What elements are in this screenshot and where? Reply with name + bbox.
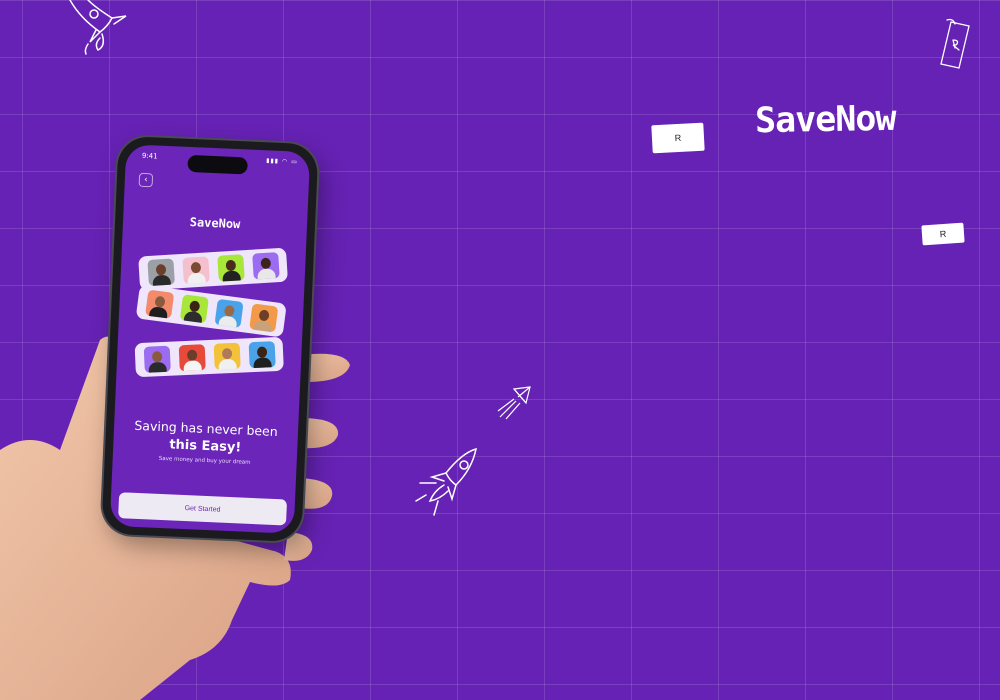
avatar xyxy=(144,289,174,319)
headline: Saving has never been this Easy! xyxy=(113,416,298,459)
avatar xyxy=(146,258,175,287)
money-note-doodle-icon xyxy=(940,18,970,69)
currency-symbol: R xyxy=(939,228,947,240)
battery-icon: ▭ xyxy=(290,158,298,166)
headline-line-1: Saving has never been xyxy=(134,417,279,440)
avatar-strip-1 xyxy=(138,247,288,291)
back-button[interactable]: ‹ xyxy=(138,172,154,188)
avatar xyxy=(181,256,210,284)
currency-symbol: R xyxy=(674,132,682,144)
avatar xyxy=(178,344,206,372)
currency-note-2: R xyxy=(921,222,965,246)
rocket-doodle-icon xyxy=(69,0,127,55)
avatar xyxy=(251,252,280,280)
signal-icon: ▮▮▮ xyxy=(266,157,280,165)
kite-doodle-icon xyxy=(497,386,531,420)
headline-line-2: this Easy! xyxy=(169,437,242,456)
avatar xyxy=(213,342,241,370)
dynamic-island xyxy=(187,154,248,175)
rocket-doodle-icon xyxy=(415,447,477,516)
chevron-left-icon: ‹ xyxy=(143,174,148,186)
currency-note-1: R xyxy=(651,122,705,154)
wifi-icon: ◠ xyxy=(281,157,289,166)
status-icons: ▮▮▮ ◠ ▭ xyxy=(266,157,298,165)
avatar-strip-3 xyxy=(134,336,284,378)
avatar-strip-2 xyxy=(135,284,287,338)
status-time: 9:41 xyxy=(141,151,158,161)
avatar xyxy=(248,341,276,369)
brand-wordmark: SaveNow xyxy=(754,98,896,142)
avatar xyxy=(179,294,209,324)
avatar xyxy=(216,254,245,282)
avatar xyxy=(143,345,171,373)
get-started-button[interactable]: Get Started xyxy=(118,492,288,526)
avatar xyxy=(248,303,278,333)
phone-mockup: 9:41 ▮▮▮ ◠ ▭ ‹ SaveNow Saving has never … xyxy=(101,135,319,543)
app-logo: SaveNow xyxy=(189,215,241,232)
avatar xyxy=(213,298,244,328)
phone-screen: 9:41 ▮▮▮ ◠ ▭ ‹ SaveNow Saving has never … xyxy=(109,144,311,534)
